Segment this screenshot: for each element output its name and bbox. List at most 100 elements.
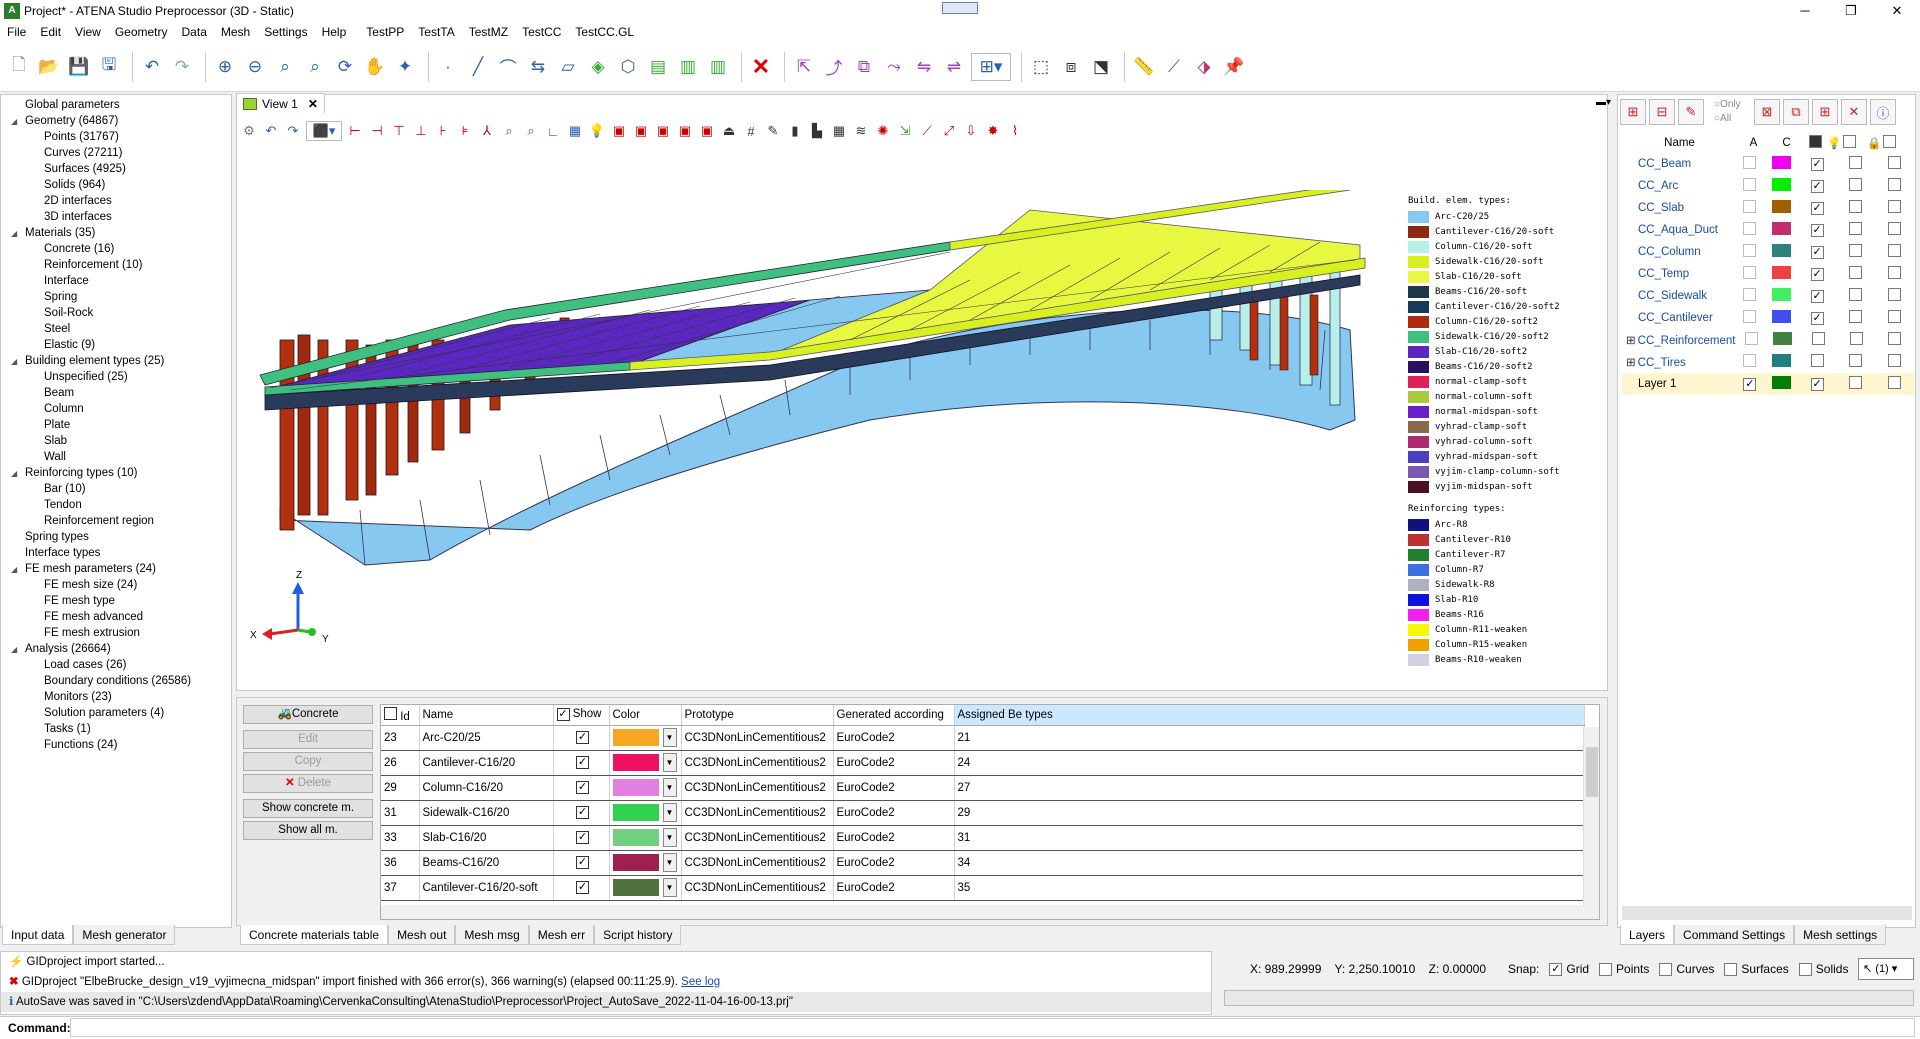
- layer-visible-checkbox[interactable]: ✓: [1810, 157, 1824, 171]
- menu-settings[interactable]: Settings: [257, 25, 314, 39]
- transform-icon[interactable]: ⬔: [1088, 53, 1114, 81]
- mirror-icon[interactable]: ⇌: [941, 53, 967, 81]
- close-button[interactable]: ✕: [1874, 0, 1920, 22]
- layers-col-c[interactable]: C: [1770, 137, 1803, 149]
- axis-xy-icon[interactable]: ⊥: [412, 121, 430, 141]
- tree-item[interactable]: Solids (964): [1, 177, 231, 193]
- layer-lock-checkbox[interactable]: [1888, 222, 1902, 235]
- menu-mesh[interactable]: Mesh: [214, 25, 257, 39]
- layer-visible-checkbox[interactable]: ✓: [1810, 377, 1824, 391]
- show-checkbox[interactable]: ✓: [576, 856, 589, 869]
- cell-name[interactable]: Beams-C16/20: [419, 850, 554, 876]
- cell-name[interactable]: Sidewalk-C16/20: [419, 800, 554, 826]
- layer-color-swatch[interactable]: [1772, 376, 1792, 389]
- tree-item[interactable]: Load cases (26): [1, 657, 231, 673]
- layer-color-swatch[interactable]: [1772, 266, 1792, 279]
- layer-option-checkbox[interactable]: [1849, 354, 1863, 367]
- menu-data[interactable]: Data: [175, 25, 214, 39]
- layer-visible-checkbox[interactable]: ✓: [1810, 201, 1824, 215]
- layer-color-swatch[interactable]: [1772, 200, 1792, 213]
- command-input[interactable]: [70, 1018, 1915, 1037]
- chevron-down-icon[interactable]: ◢: [11, 114, 25, 130]
- tab-mesh-err[interactable]: Mesh err: [528, 925, 595, 945]
- layer-name[interactable]: CC_Aqua_Duct: [1622, 224, 1734, 236]
- table-row[interactable]: 31 Sidewalk-C16/20 ✓ ▼ CC3DNonLinCementitiou…: [381, 800, 1585, 826]
- col-assigned[interactable]: Assigned Be types: [954, 705, 1585, 726]
- zoom-selection-icon[interactable]: ⌕: [302, 53, 328, 81]
- axis-x-icon[interactable]: ⊢: [346, 121, 364, 141]
- chevron-down-icon[interactable]: ▼: [662, 753, 677, 772]
- color-swatch[interactable]: [612, 829, 659, 846]
- tree-item[interactable]: Curves (27211): [1, 145, 231, 161]
- measure-view-icon[interactable]: ⤢: [940, 121, 958, 141]
- layer-name[interactable]: CC_Arc: [1622, 180, 1734, 192]
- show-checkbox[interactable]: ✓: [576, 731, 589, 744]
- see-log-link[interactable]: See log: [681, 976, 720, 988]
- tree-item[interactable]: Slab: [1, 433, 231, 449]
- layer-visible-checkbox[interactable]: ✓: [1810, 311, 1824, 325]
- menu-testcc-gl[interactable]: TestCC.GL: [568, 25, 641, 39]
- grid-view-icon[interactable]: ▦: [566, 121, 584, 141]
- select-all-checkbox[interactable]: [384, 706, 397, 720]
- open-icon[interactable]: 📂: [36, 53, 62, 81]
- chevron-down-icon[interactable]: ◢: [11, 226, 25, 242]
- tree-item[interactable]: ◢ FE mesh parameters (24): [1, 561, 231, 577]
- tree-item[interactable]: Monitors (23): [1, 689, 231, 705]
- layer-name[interactable]: CC_Sidewalk: [1622, 290, 1734, 302]
- axis-zx-icon[interactable]: ⊦: [434, 121, 452, 141]
- layer-color-swatch[interactable]: [1772, 310, 1792, 323]
- layer-color-swatch[interactable]: [1772, 178, 1792, 191]
- color-swatch[interactable]: [612, 804, 659, 821]
- col-generated[interactable]: Generated according: [833, 705, 955, 726]
- layer-row[interactable]: CC_Beam ✓: [1622, 153, 1914, 175]
- show-all-button[interactable]: Show all m.: [243, 821, 373, 840]
- new-icon[interactable]: 🗋: [6, 53, 32, 81]
- menu-file[interactable]: File: [0, 25, 33, 39]
- scroll-thumb[interactable]: [1586, 747, 1598, 797]
- layer-info-icon[interactable]: ⓘ: [1870, 99, 1896, 125]
- section-icon[interactable]: ▤: [645, 53, 671, 81]
- chevron-down-icon[interactable]: ◢: [11, 466, 25, 482]
- layer-name[interactable]: ⊞ CC_Reinforcement: [1622, 333, 1735, 347]
- show-concrete-button[interactable]: Show concrete m.: [243, 799, 373, 818]
- checkbox[interactable]: [1843, 135, 1856, 148]
- probe-icon[interactable]: ⟋: [918, 121, 936, 141]
- table-vertical-scrollbar[interactable]: [1583, 727, 1599, 905]
- save-icon[interactable]: 💾: [66, 53, 92, 81]
- tab-command-settings[interactable]: Command Settings: [1674, 925, 1795, 945]
- camera-icon[interactable]: ▙: [808, 121, 826, 141]
- paint-icon[interactable]: ✺: [874, 121, 892, 141]
- add-sublayer-icon[interactable]: ⊟: [1649, 99, 1675, 125]
- layer-row[interactable]: CC_Aqua_Duct ✓: [1622, 219, 1914, 241]
- surface-icon[interactable]: ▱: [555, 53, 581, 81]
- pin-icon[interactable]: 📌: [1221, 53, 1247, 81]
- col-show[interactable]: ✓ Show: [553, 705, 610, 726]
- tree-item[interactable]: Reinforcement region: [1, 513, 231, 529]
- tree-item[interactable]: Global parameters: [1, 97, 231, 113]
- tree-item[interactable]: Soil-Rock: [1, 305, 231, 321]
- group-icon[interactable]: ⬚: [1028, 53, 1054, 81]
- slab-icon[interactable]: ▥: [705, 53, 731, 81]
- ruler-icon[interactable]: 📏: [1131, 53, 1157, 81]
- snap-points-checkbox[interactable]: [1599, 962, 1613, 976]
- reinforcement-icon[interactable]: ⬗: [1191, 53, 1217, 81]
- layer-name[interactable]: Layer 1: [1622, 378, 1734, 390]
- layer-visible-checkbox[interactable]: ✓: [1810, 179, 1824, 193]
- layer-lock-checkbox[interactable]: [1888, 178, 1902, 191]
- table-horizontal-scrollbar[interactable]: [381, 905, 1599, 919]
- layer-row[interactable]: ⊞ CC_Reinforcement: [1622, 329, 1914, 351]
- layer-lock-checkbox[interactable]: [1888, 156, 1902, 169]
- menu-view[interactable]: View: [68, 25, 108, 39]
- layer-freeze-icon[interactable]: ⊠: [1754, 99, 1780, 125]
- menu-testpp[interactable]: TestPP: [359, 25, 411, 39]
- layer-option-checkbox[interactable]: [1849, 178, 1863, 191]
- copy-button[interactable]: Copy: [243, 752, 373, 771]
- tree-item[interactable]: Boundary conditions (26586): [1, 673, 231, 689]
- tree-item[interactable]: ◢ Analysis (26664): [1, 641, 231, 657]
- layer-visible-checkbox[interactable]: [1811, 332, 1825, 345]
- col-name[interactable]: Name: [419, 705, 554, 726]
- line-icon[interactable]: ╱: [465, 53, 491, 81]
- layer-active-checkbox[interactable]: [1743, 178, 1757, 191]
- layer-option-checkbox[interactable]: [1849, 376, 1863, 389]
- chevron-down-icon[interactable]: ▼: [662, 878, 677, 897]
